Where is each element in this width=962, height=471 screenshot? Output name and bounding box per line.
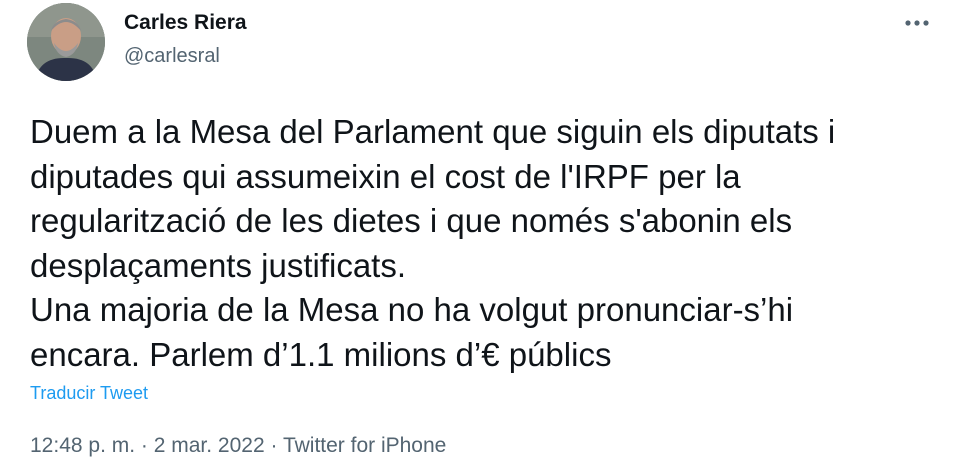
- tweet-date[interactable]: 2 mar. 2022: [154, 434, 265, 457]
- tweet-metadata: 12:48 p. m. · 2 mar. 2022 · Twitter for …: [30, 434, 446, 458]
- author-handle[interactable]: @carlesral: [124, 45, 220, 68]
- profile-photo: [27, 3, 105, 81]
- author-name[interactable]: Carles Riera: [124, 11, 247, 35]
- meta-separator: ·: [264, 434, 283, 457]
- avatar[interactable]: [27, 3, 105, 81]
- more-horizontal-icon: [905, 20, 929, 26]
- tweet-text: Duem a la Mesa del Parlament que siguin …: [30, 113, 836, 373]
- translate-tweet-link[interactable]: Traducir Tweet: [30, 383, 148, 404]
- tweet-source[interactable]: Twitter for iPhone: [283, 434, 446, 457]
- tweet-time[interactable]: 12:48 p. m.: [30, 434, 135, 457]
- more-options-button[interactable]: [902, 10, 932, 34]
- meta-separator: ·: [135, 434, 154, 457]
